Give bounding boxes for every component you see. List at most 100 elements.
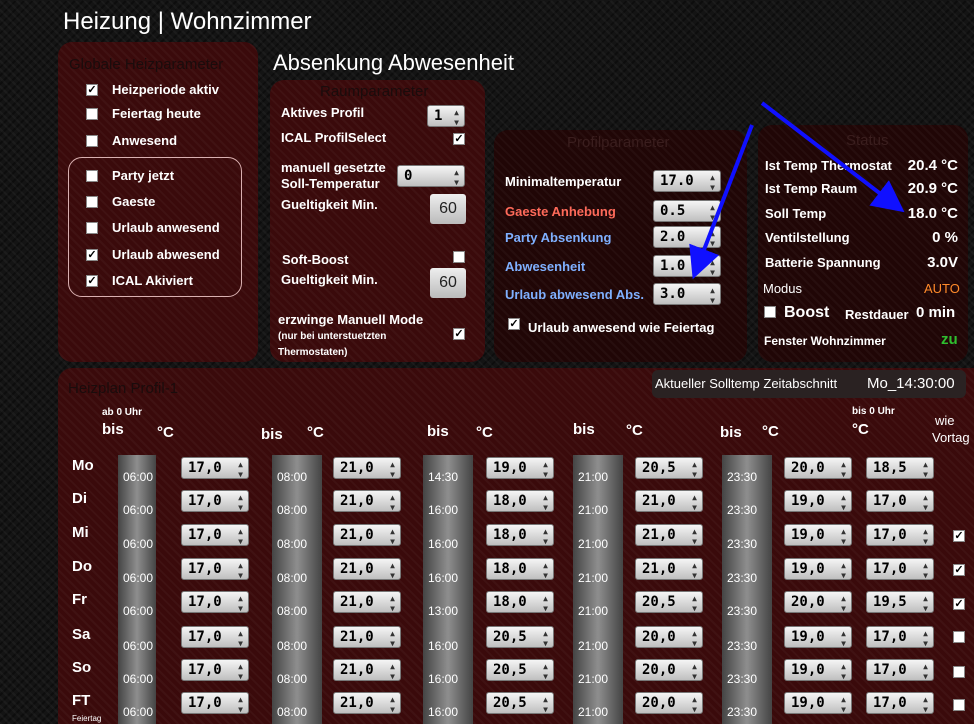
temp-select[interactable]: 21,0 ▲ ▼ <box>333 558 401 580</box>
time-value[interactable]: 06:00 <box>123 537 153 551</box>
temp-select[interactable]: 17,0 ▲ ▼ <box>181 490 249 512</box>
temp-select[interactable]: 19,0 ▲ ▼ <box>784 626 852 648</box>
temp-select[interactable]: 21,0 ▲ ▼ <box>333 659 401 681</box>
temp-select[interactable]: 17,0 ▲ ▼ <box>181 457 249 479</box>
temp-select[interactable]: 18,0 ▲ ▼ <box>486 490 554 512</box>
temp-select[interactable]: 18,0 ▲ ▼ <box>486 591 554 613</box>
time-value[interactable]: 23:30 <box>727 705 757 719</box>
temp-select[interactable]: 19,0 ▲ ▼ <box>784 490 852 512</box>
time-value[interactable]: 08:00 <box>277 571 307 585</box>
time-value[interactable]: 21:00 <box>578 639 608 653</box>
time-value[interactable]: 23:30 <box>727 470 757 484</box>
temp-select[interactable]: 21,0 ▲ ▼ <box>333 457 401 479</box>
temp-select[interactable]: 19,0 ▲ ▼ <box>486 457 554 479</box>
time-value[interactable]: 21:00 <box>578 537 608 551</box>
time-value[interactable]: 06:00 <box>123 705 153 719</box>
time-value[interactable]: 13:00 <box>428 604 458 618</box>
temp-select[interactable]: 17,0 ▲ ▼ <box>181 524 249 546</box>
time-value[interactable]: 06:00 <box>123 639 153 653</box>
temp-select[interactable]: 20,5 ▲ ▼ <box>486 692 554 714</box>
time-value[interactable]: 06:00 <box>123 672 153 686</box>
time-value[interactable]: 23:30 <box>727 503 757 517</box>
time-value[interactable]: 21:00 <box>578 470 608 484</box>
temp-select[interactable]: 18,0 ▲ ▼ <box>486 524 554 546</box>
temp-select[interactable]: 21,0 ▲ ▼ <box>333 692 401 714</box>
time-value[interactable]: 21:00 <box>578 672 608 686</box>
temp-select[interactable]: 17,0 ▲ ▼ <box>181 692 249 714</box>
time-value[interactable]: 08:00 <box>277 604 307 618</box>
time-value[interactable]: 23:30 <box>727 672 757 686</box>
spinner-arrows-icon: ▲ ▼ <box>692 594 697 613</box>
temp-select[interactable]: 17,0 ▲ ▼ <box>866 692 934 714</box>
spinner-arrows-icon: ▲ ▼ <box>841 594 846 613</box>
time-value[interactable]: 06:00 <box>123 503 153 517</box>
temp-select[interactable]: 21,0 ▲ ▼ <box>333 490 401 512</box>
time-value[interactable]: 08:00 <box>277 470 307 484</box>
time-value[interactable]: 21:00 <box>578 705 608 719</box>
temp-select[interactable]: 20,0 ▲ ▼ <box>635 659 703 681</box>
time-value[interactable]: 08:00 <box>277 537 307 551</box>
time-value[interactable]: 08:00 <box>277 503 307 517</box>
time-value[interactable]: 21:00 <box>578 604 608 618</box>
temp-select[interactable]: 18,5 ▲ ▼ <box>866 457 934 479</box>
time-value[interactable]: 14:30 <box>428 470 458 484</box>
time-value[interactable]: 16:00 <box>428 672 458 686</box>
time-value[interactable]: 21:00 <box>578 571 608 585</box>
temp-select[interactable]: 21,0 ▲ ▼ <box>333 524 401 546</box>
same-as-yesterday-checkbox[interactable]: ✓ <box>953 598 965 610</box>
temp-select[interactable]: 17,0 ▲ ▼ <box>181 591 249 613</box>
temp-select[interactable]: 17,0 ▲ ▼ <box>866 524 934 546</box>
day-label: Do <box>72 558 92 575</box>
temp-select[interactable]: 20,0 ▲ ▼ <box>635 692 703 714</box>
temp-select[interactable]: 17,0 ▲ ▼ <box>181 626 249 648</box>
temp-select[interactable]: 17,0 ▲ ▼ <box>181 659 249 681</box>
temp-select[interactable]: 20,0 ▲ ▼ <box>784 457 852 479</box>
temp-select[interactable]: 20,5 ▲ ▼ <box>486 626 554 648</box>
temp-select[interactable]: 19,0 ▲ ▼ <box>784 692 852 714</box>
temp-select[interactable]: 18,0 ▲ ▼ <box>486 558 554 580</box>
time-value[interactable]: 16:00 <box>428 503 458 517</box>
temp-select[interactable]: 17,0 ▲ ▼ <box>866 558 934 580</box>
temp-select[interactable]: 17,0 ▲ ▼ <box>866 490 934 512</box>
spinner-arrows-icon: ▲ ▼ <box>692 629 697 648</box>
time-value[interactable]: 16:00 <box>428 639 458 653</box>
time-value[interactable]: 23:30 <box>727 639 757 653</box>
temp-select[interactable]: 20,0 ▲ ▼ <box>635 626 703 648</box>
temp-select[interactable]: 21,0 ▲ ▼ <box>635 524 703 546</box>
temp-select[interactable]: 19,0 ▲ ▼ <box>784 558 852 580</box>
spinner-arrows-icon: ▲ ▼ <box>692 561 697 580</box>
time-value[interactable]: 16:00 <box>428 705 458 719</box>
same-as-yesterday-checkbox[interactable] <box>953 631 965 643</box>
time-value[interactable]: 21:00 <box>578 503 608 517</box>
time-value[interactable]: 16:00 <box>428 537 458 551</box>
temp-select[interactable]: 21,0 ▲ ▼ <box>635 490 703 512</box>
time-value[interactable]: 08:00 <box>277 672 307 686</box>
temp-select[interactable]: 21,0 ▲ ▼ <box>333 626 401 648</box>
temp-select[interactable]: 21,0 ▲ ▼ <box>333 591 401 613</box>
spinner-arrows-icon: ▲ ▼ <box>238 460 243 479</box>
temp-select[interactable]: 20,0 ▲ ▼ <box>784 591 852 613</box>
time-value[interactable]: 08:00 <box>277 639 307 653</box>
temp-select[interactable]: 17,0 ▲ ▼ <box>866 659 934 681</box>
time-value[interactable]: 23:30 <box>727 604 757 618</box>
temp-select[interactable]: 20,5 ▲ ▼ <box>635 591 703 613</box>
time-value[interactable]: 08:00 <box>277 705 307 719</box>
temp-select[interactable]: 19,0 ▲ ▼ <box>784 524 852 546</box>
temp-select[interactable]: 20,5 ▲ ▼ <box>635 457 703 479</box>
temp-select[interactable]: 17,0 ▲ ▼ <box>866 626 934 648</box>
time-value[interactable]: 06:00 <box>123 470 153 484</box>
same-as-yesterday-checkbox[interactable] <box>953 666 965 678</box>
time-value[interactable]: 23:30 <box>727 571 757 585</box>
same-as-yesterday-checkbox[interactable]: ✓ <box>953 564 965 576</box>
time-value[interactable]: 06:00 <box>123 604 153 618</box>
temp-select[interactable]: 20,5 ▲ ▼ <box>486 659 554 681</box>
time-value[interactable]: 06:00 <box>123 571 153 585</box>
time-value[interactable]: 23:30 <box>727 537 757 551</box>
temp-select[interactable]: 17,0 ▲ ▼ <box>181 558 249 580</box>
temp-select[interactable]: 19,5 ▲ ▼ <box>866 591 934 613</box>
temp-select[interactable]: 21,0 ▲ ▼ <box>635 558 703 580</box>
same-as-yesterday-checkbox[interactable] <box>953 699 965 711</box>
time-value[interactable]: 16:00 <box>428 571 458 585</box>
temp-select[interactable]: 19,0 ▲ ▼ <box>784 659 852 681</box>
same-as-yesterday-checkbox[interactable]: ✓ <box>953 530 965 542</box>
